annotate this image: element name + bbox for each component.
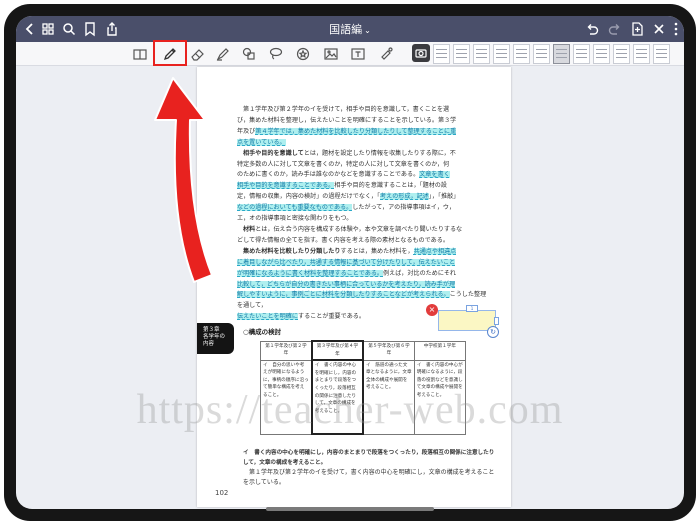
annotation-arrow [154,77,213,283]
red-arrow-shape [154,77,213,283]
